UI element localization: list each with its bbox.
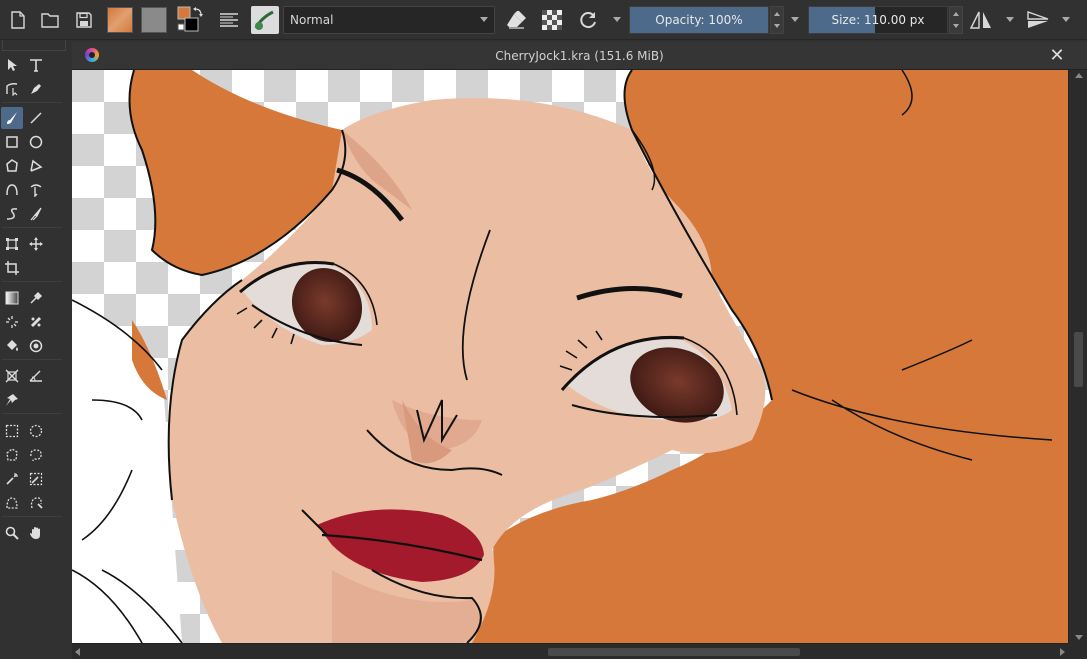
pattern-swatch-icon[interactable] [141, 7, 167, 33]
toolbox-header [2, 40, 66, 51]
rectangular-selection-tool[interactable] [1, 420, 23, 442]
elliptical-selection-tool[interactable] [25, 420, 47, 442]
colorize-mask-tool[interactable] [1, 311, 23, 333]
pan-tool[interactable] [25, 522, 47, 544]
smart-patch-tool[interactable] [25, 311, 47, 333]
freehand-selection-tool[interactable] [25, 444, 47, 466]
brush-settings-icon[interactable] [216, 6, 242, 34]
toolbox-panel [0, 40, 66, 659]
polygon-tool[interactable] [1, 155, 23, 177]
polyline-tool[interactable] [25, 155, 47, 177]
scroll-up-icon[interactable] [1075, 73, 1083, 78]
alpha-lock-icon[interactable] [540, 6, 564, 34]
toolbox-divider [2, 102, 62, 103]
drawing-canvas[interactable] [72, 70, 1068, 643]
dynamic-brush-tool[interactable] [1, 203, 23, 225]
multibrush-tool[interactable] [25, 203, 47, 225]
mirror-horizontal-icon[interactable] [968, 6, 994, 34]
close-icon[interactable]: ✕ [1047, 46, 1067, 66]
toolbox-divider [2, 516, 62, 517]
bezier-curve-tool[interactable] [1, 179, 23, 201]
size-spinner[interactable] [949, 6, 963, 34]
similar-color-selection-tool[interactable] [25, 468, 47, 490]
save-icon[interactable] [72, 6, 96, 34]
color-swap-icon[interactable] [174, 6, 206, 34]
freehand-brush-tool[interactable] [1, 107, 23, 129]
size-label: Size: 110.00 px [831, 13, 925, 27]
magnetic-selection-tool[interactable] [25, 492, 47, 514]
contiguous-selection-tool[interactable] [1, 468, 23, 490]
chevron-down-icon [480, 17, 488, 22]
rectangle-tool[interactable] [1, 131, 23, 153]
move-tool[interactable] [25, 233, 47, 255]
color-picker-tool[interactable] [25, 287, 47, 309]
reference-images-tool[interactable] [1, 389, 23, 411]
scroll-down-icon[interactable] [1075, 635, 1083, 640]
top-toolbar: Normal Opacity: 100% Size: 110.00 px [0, 0, 1087, 40]
document-title: CherryJock1.kra (151.6 MiB) [495, 49, 664, 63]
toolbox-divider [2, 281, 62, 282]
freehand-path-tool[interactable] [25, 179, 47, 201]
gradient-swatch-icon[interactable] [107, 7, 133, 33]
enclose-fill-tool[interactable] [25, 335, 47, 357]
calligraphy-tool[interactable] [25, 78, 47, 100]
bezier-selection-tool[interactable] [1, 492, 23, 514]
mirror-vertical-arrow-icon[interactable] [1062, 17, 1070, 22]
zoom-tool[interactable] [1, 522, 23, 544]
horizontal-scroll-thumb[interactable] [548, 648, 800, 656]
opacity-slider[interactable]: Opacity: 100% [629, 6, 769, 34]
vertical-scroll-thumb[interactable] [1074, 332, 1083, 387]
crop-tool[interactable] [1, 257, 23, 279]
vertical-scrollbar[interactable] [1068, 70, 1087, 643]
document-window: CherryJock1.kra (151.6 MiB) ✕ [72, 42, 1087, 659]
scroll-left-icon[interactable] [75, 648, 80, 656]
blend-mode-dropdown[interactable]: Normal [283, 6, 495, 34]
new-document-icon[interactable] [6, 6, 30, 34]
eraser-icon[interactable] [504, 6, 528, 34]
measure-tool[interactable] [25, 365, 47, 387]
horizontal-scrollbar[interactable] [72, 643, 1068, 659]
toolbox-divider [2, 359, 62, 360]
mirror-horizontal-arrow-icon[interactable] [1006, 17, 1014, 22]
text-tool[interactable] [25, 54, 47, 76]
gradient-tool[interactable] [1, 287, 23, 309]
document-title-bar: CherryJock1.kra (151.6 MiB) ✕ [72, 42, 1087, 70]
edit-shapes-tool[interactable] [1, 78, 23, 100]
ellipse-tool[interactable] [25, 131, 47, 153]
toolbox-divider [2, 413, 62, 414]
mirror-vertical-icon[interactable] [1024, 6, 1052, 34]
polygonal-selection-tool[interactable] [1, 444, 23, 466]
brush-preset-icon[interactable] [251, 6, 279, 34]
open-document-icon[interactable] [38, 6, 62, 34]
line-tool[interactable] [25, 107, 47, 129]
select-shapes-tool[interactable] [1, 54, 23, 76]
reload-options-arrow-icon[interactable] [613, 17, 621, 22]
assistant-tool[interactable] [1, 365, 23, 387]
transform-tool[interactable] [1, 233, 23, 255]
reload-preset-icon[interactable] [575, 6, 601, 34]
scroll-right-icon[interactable] [1060, 648, 1065, 656]
fill-tool[interactable] [1, 335, 23, 357]
opacity-spinner[interactable] [770, 6, 784, 34]
toolbox-divider [2, 227, 62, 228]
size-slider[interactable]: Size: 110.00 px [808, 6, 948, 34]
opacity-options-arrow-icon[interactable] [791, 17, 799, 22]
opacity-label: Opacity: 100% [655, 13, 743, 27]
blend-mode-value: Normal [290, 13, 334, 27]
